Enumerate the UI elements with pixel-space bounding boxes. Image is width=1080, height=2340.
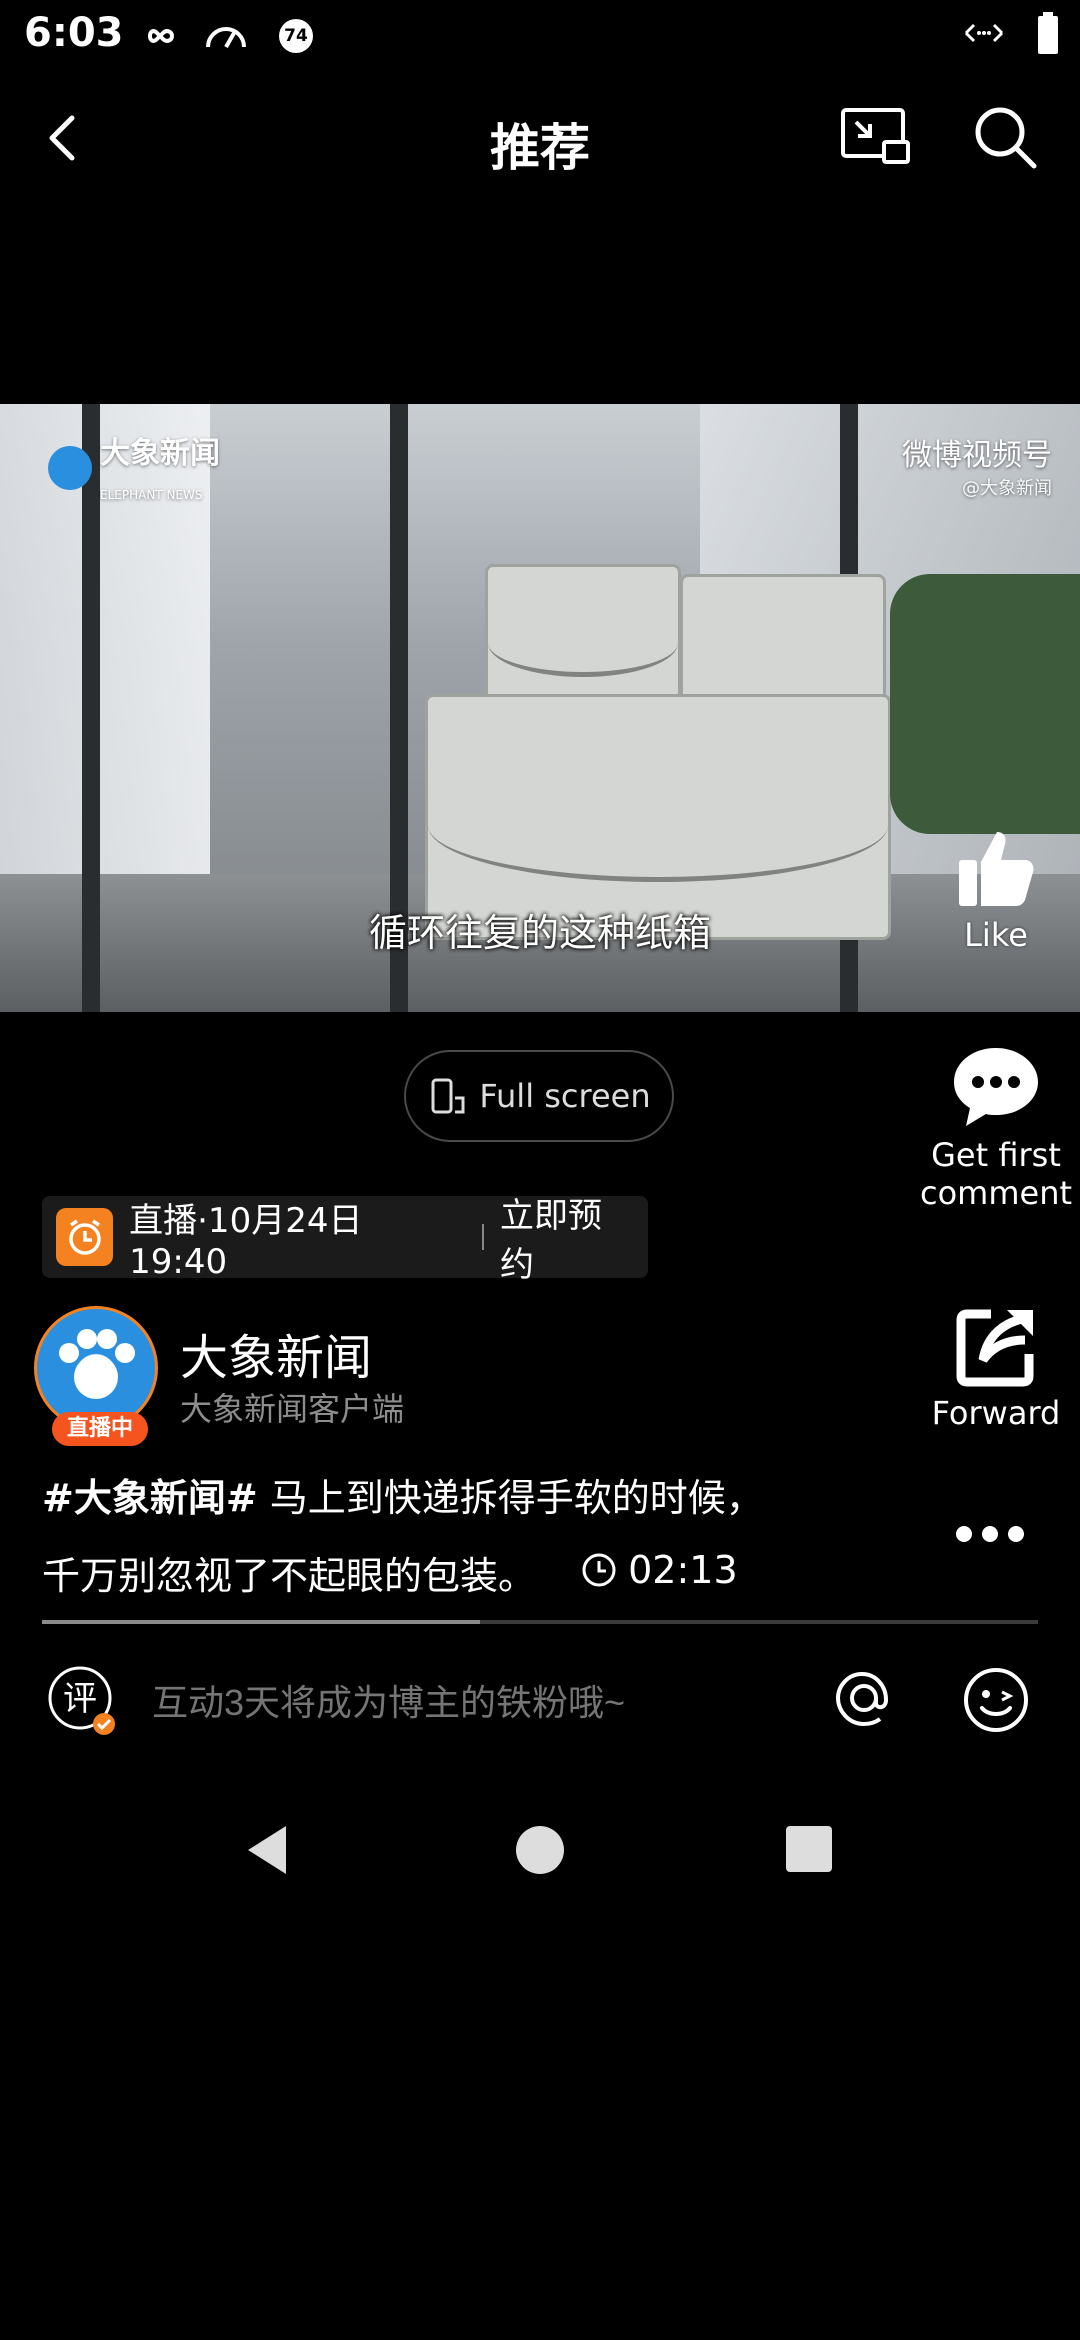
watermark-right-sub: @大象新闻 bbox=[962, 478, 1052, 499]
watermark-left-text: 大象新闻 bbox=[100, 436, 220, 471]
watermark-right-text: 微博视频号 bbox=[902, 438, 1052, 473]
speech-bubble-icon bbox=[954, 1048, 1038, 1126]
like-label: Like bbox=[964, 916, 1028, 954]
author-name[interactable]: 大象新闻 bbox=[180, 1318, 372, 1388]
clock-icon bbox=[582, 1553, 616, 1587]
avatar[interactable]: 直播中 bbox=[34, 1306, 164, 1446]
forward-button[interactable]: Forward bbox=[906, 1304, 1080, 1432]
watermark-left-sub: ELEPHANT NEWS bbox=[100, 488, 203, 502]
elephant-logo-icon bbox=[48, 445, 92, 490]
post-caption: #大象新闻# 马上到快递拆得手软的时候， 千万别忽视了不起眼的包装。 02:13 bbox=[42, 1462, 902, 1612]
notification-count: 74 bbox=[279, 19, 313, 53]
reserve-button[interactable]: 立即预约 bbox=[500, 1188, 634, 1286]
video-progress-bar[interactable] bbox=[42, 1620, 1038, 1624]
forward-label: Forward bbox=[931, 1394, 1061, 1432]
author-subtitle: 大象新闻客户端 bbox=[180, 1390, 405, 1428]
caption-line2: 千万别忽视了不起眼的包装。 bbox=[42, 1554, 537, 1598]
comment-compose-icon[interactable]: 评 bbox=[46, 1664, 118, 1736]
status-time: 6:03 bbox=[24, 10, 124, 56]
comment-icon-char: 评 bbox=[63, 1679, 97, 1719]
speedometer-icon bbox=[204, 14, 248, 58]
nav-back-button[interactable] bbox=[240, 1820, 300, 1880]
video-watermark-right: 微博视频号 @大象新闻 bbox=[902, 430, 1052, 500]
more-options-icon[interactable] bbox=[956, 1518, 1036, 1550]
page-title: 推荐 bbox=[490, 119, 590, 177]
comment-button[interactable]: Get first comment bbox=[906, 1044, 1080, 1212]
comment-label-line2: comment bbox=[919, 1174, 1073, 1212]
comment-input[interactable] bbox=[150, 1672, 794, 1734]
thumbs-up-icon bbox=[959, 832, 1034, 906]
caption-line1: 马上到快递拆得手软的时候， bbox=[257, 1476, 764, 1520]
nav-home-button[interactable] bbox=[516, 1826, 564, 1874]
mention-at-icon[interactable] bbox=[830, 1664, 898, 1732]
data-arrows-icon bbox=[962, 18, 1006, 52]
emoji-icon[interactable] bbox=[960, 1664, 1032, 1736]
nav-recents-button[interactable] bbox=[786, 1826, 832, 1872]
share-icon bbox=[956, 1309, 1034, 1387]
video-scene-box bbox=[680, 574, 886, 710]
hashtag-link[interactable]: #大象新闻# bbox=[42, 1476, 258, 1520]
fullscreen-button[interactable]: Full screen bbox=[404, 1050, 674, 1142]
fullscreen-label: Full screen bbox=[479, 1077, 651, 1115]
live-reservation-banner[interactable]: 直播·10月24日 19:40 立即预约 bbox=[42, 1196, 648, 1285]
search-icon[interactable] bbox=[970, 102, 1040, 172]
battery-icon bbox=[1036, 12, 1060, 58]
live-now-badge: 直播中 bbox=[52, 1412, 148, 1446]
video-scene-arm bbox=[890, 574, 1080, 834]
video-watermark-left: 大象新闻 ELEPHANT NEWS bbox=[48, 428, 220, 507]
video-scene-box bbox=[485, 564, 681, 710]
video-progress-fill bbox=[42, 1620, 481, 1624]
live-schedule-text: 直播·10月24日 19:40 bbox=[129, 1200, 363, 1282]
live-separator bbox=[482, 1224, 485, 1250]
comment-label-line1: Get first bbox=[931, 1136, 1061, 1174]
duration-text: 02:13 bbox=[628, 1548, 738, 1592]
picture-in-picture-icon[interactable] bbox=[840, 104, 912, 168]
notification-74-icon: 74 bbox=[274, 14, 318, 58]
like-button[interactable]: Like bbox=[906, 822, 1080, 954]
alarm-clock-icon bbox=[56, 1208, 114, 1266]
video-duration: 02:13 bbox=[580, 1534, 738, 1606]
rotate-phone-icon bbox=[431, 1078, 465, 1114]
infinity-icon bbox=[138, 14, 182, 58]
status-right-group bbox=[962, 12, 1060, 58]
